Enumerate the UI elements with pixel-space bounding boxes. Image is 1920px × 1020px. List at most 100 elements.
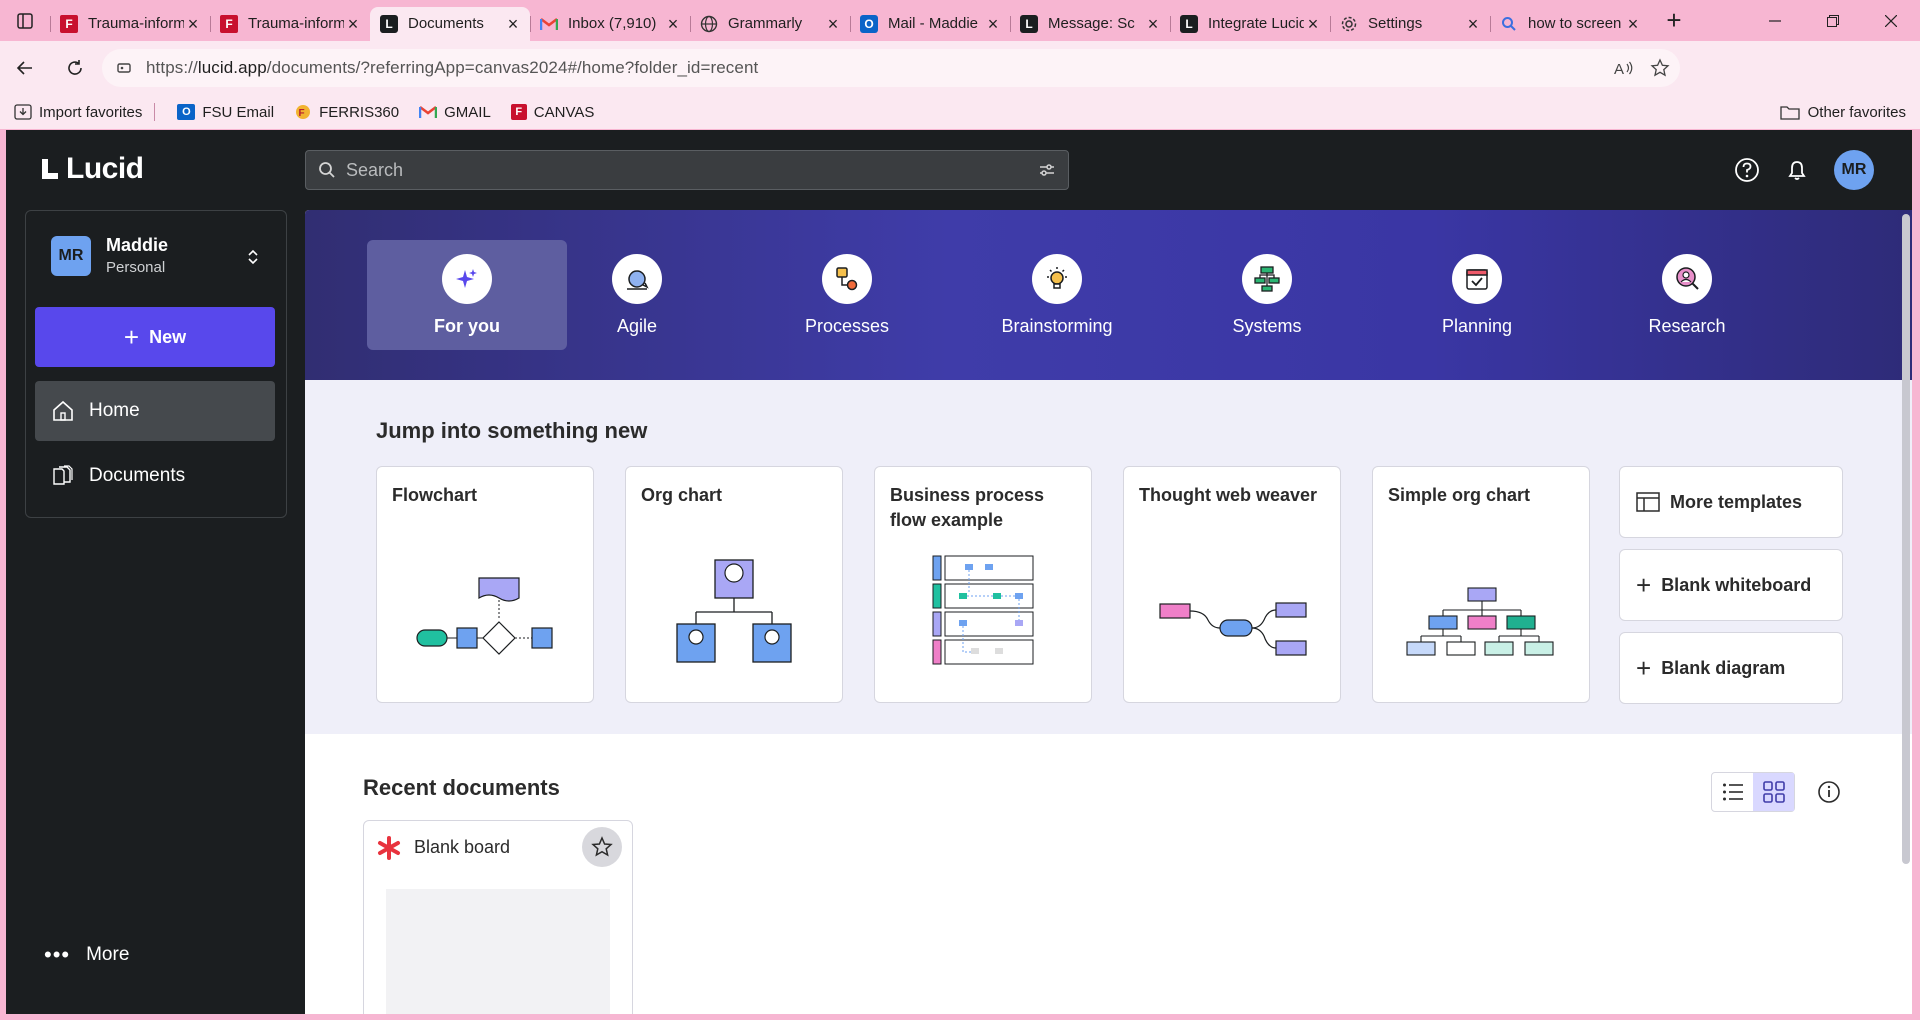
cycle-icon [612,254,662,304]
sidebar-item-home[interactable]: Home [35,381,275,441]
category-research[interactable]: Research [1587,240,1787,350]
more-templates-button[interactable]: More templates [1619,466,1843,538]
favorite-fsu-email[interactable]: O FSU Email [177,104,274,121]
browser-tab[interactable]: how to screen × [1490,7,1650,41]
calendar-check-icon [1452,254,1502,304]
url-field[interactable]: https://lucid.app/documents/?referringAp… [102,49,1680,87]
category-planning[interactable]: Planning [1377,240,1577,350]
tab-close-icon[interactable]: × [504,15,522,33]
notifications-bell-icon[interactable] [1784,157,1810,183]
reload-button[interactable] [54,50,96,86]
more-dots-icon: ••• [44,942,71,967]
browser-tab-strip: F Trauma-informed × F Trauma-informed × … [0,0,1920,41]
tab-title: Integrate Lucid [1208,15,1304,32]
tab-actions-button[interactable] [0,0,50,41]
tab-close-icon[interactable]: × [1464,15,1482,33]
account-switcher[interactable]: MR Maddie Personal [51,235,168,276]
tab-close-icon[interactable]: × [1144,15,1162,33]
tab-close-icon[interactable]: × [824,15,842,33]
favorite-star-button[interactable] [582,827,622,867]
tab-close-icon[interactable]: × [664,15,682,33]
close-window-button[interactable] [1862,0,1920,41]
tab-close-icon[interactable]: × [1304,15,1322,33]
lucid-app: Lucid MR MR Maddie Personal + New [6,130,1912,1014]
help-icon[interactable] [1734,157,1760,183]
blank-whiteboard-button[interactable]: + Blank whiteboard [1619,549,1843,621]
template-title: Flowchart [392,485,478,505]
search-input[interactable] [346,159,1038,181]
document-card[interactable]: Blank board [363,820,633,1014]
browser-tab-active[interactable]: L Documents × [370,6,530,41]
more-button[interactable]: ••• More [44,944,129,966]
template-card-flowchart[interactable]: Flowchart [376,466,594,703]
browser-tab[interactable]: Inbox (7,910) × [530,7,690,41]
browser-tab[interactable]: F Trauma-informed × [50,7,210,41]
browser-tab[interactable]: O Mail - Maddie × [850,7,1010,41]
search-bar[interactable] [305,150,1069,190]
tab-close-icon[interactable]: × [344,15,362,33]
sidebar-item-documents[interactable]: Documents [35,446,275,506]
svg-text:A: A [1614,61,1624,77]
template-card-business-process-flow[interactable]: Business process flow example [874,466,1092,703]
tab-close-icon[interactable]: × [1624,15,1642,33]
favorite-label: CANVAS [533,103,595,121]
template-card-simple-org-chart[interactable]: Simple org chart [1372,466,1590,703]
browser-tab[interactable]: L Message: Sc × [1010,7,1170,41]
section-title: Jump into something new [376,418,648,443]
tab-title: how to screen [1528,15,1622,32]
tab-close-icon[interactable]: × [184,15,202,33]
blank-diagram-button[interactable]: + Blank diagram [1619,632,1843,704]
back-arrow-icon [16,61,32,75]
template-title: Business process flow example [890,485,1045,530]
scrollbar[interactable] [1902,210,1910,870]
back-button[interactable] [4,50,46,86]
browser-tab[interactable]: Grammarly × [690,7,850,41]
list-view-button[interactable] [1712,773,1753,811]
search-icon [319,162,335,178]
minimize-button[interactable] [1746,0,1804,41]
filter-icon[interactable] [1038,162,1056,178]
favorite-canvas[interactable]: F CANVAS [510,103,595,121]
grid-view-button[interactable] [1753,773,1794,811]
lucid-logo[interactable]: Lucid [40,152,144,186]
favorite-gmail[interactable]: GMAIL [419,104,491,121]
sidebar-item-label: Documents [89,465,186,486]
info-icon[interactable] [1817,780,1841,804]
user-avatar[interactable]: MR [1834,150,1874,190]
simple-org-chart-thumbnail [1406,587,1554,656]
chevron-updown-icon[interactable] [246,247,260,267]
new-tab-button[interactable]: + [1654,4,1694,38]
favorite-ferris360[interactable]: F FERRIS360 [294,103,399,121]
template-card-thought-web-weaver[interactable]: Thought web weaver [1123,466,1341,703]
search-icon [1500,15,1518,33]
browser-tab[interactable]: L Integrate Lucid × [1170,7,1330,41]
other-favorites[interactable]: Other favorites [1779,95,1906,129]
new-button[interactable]: + New [35,307,275,367]
lucid-icon: L [1020,14,1038,33]
favorite-import[interactable]: Import favorites [14,104,142,121]
site-info-icon[interactable] [116,60,132,76]
restore-button[interactable] [1804,0,1862,41]
category-agile[interactable]: Agile [537,240,737,350]
category-banner: For you Agile Processes Brainstorming Sy… [305,210,1912,380]
ferris-icon: F [510,104,527,120]
list-view-icon [1722,783,1743,801]
documents-icon [53,465,73,485]
browser-tab[interactable]: F Trauma-informed × [210,7,370,41]
plus-icon: + [1636,570,1652,600]
category-brainstorming[interactable]: Brainstorming [957,240,1157,350]
browser-tab[interactable]: Settings × [1330,7,1490,41]
window-controls [1746,0,1920,41]
category-systems[interactable]: Systems [1167,240,1367,350]
home-icon [53,400,73,421]
scrollbar-thumb[interactable] [1902,214,1910,864]
folder-icon [1779,106,1800,120]
ferris-icon: F [220,14,238,33]
category-processes[interactable]: Processes [747,240,947,350]
network-icon [1242,254,1292,304]
flowchart-thumbnail [416,577,553,655]
favorite-star-icon[interactable] [1650,58,1670,78]
tab-close-icon[interactable]: × [984,15,1002,33]
read-aloud-icon[interactable]: A [1614,59,1634,77]
template-card-org-chart[interactable]: Org chart [625,466,843,703]
